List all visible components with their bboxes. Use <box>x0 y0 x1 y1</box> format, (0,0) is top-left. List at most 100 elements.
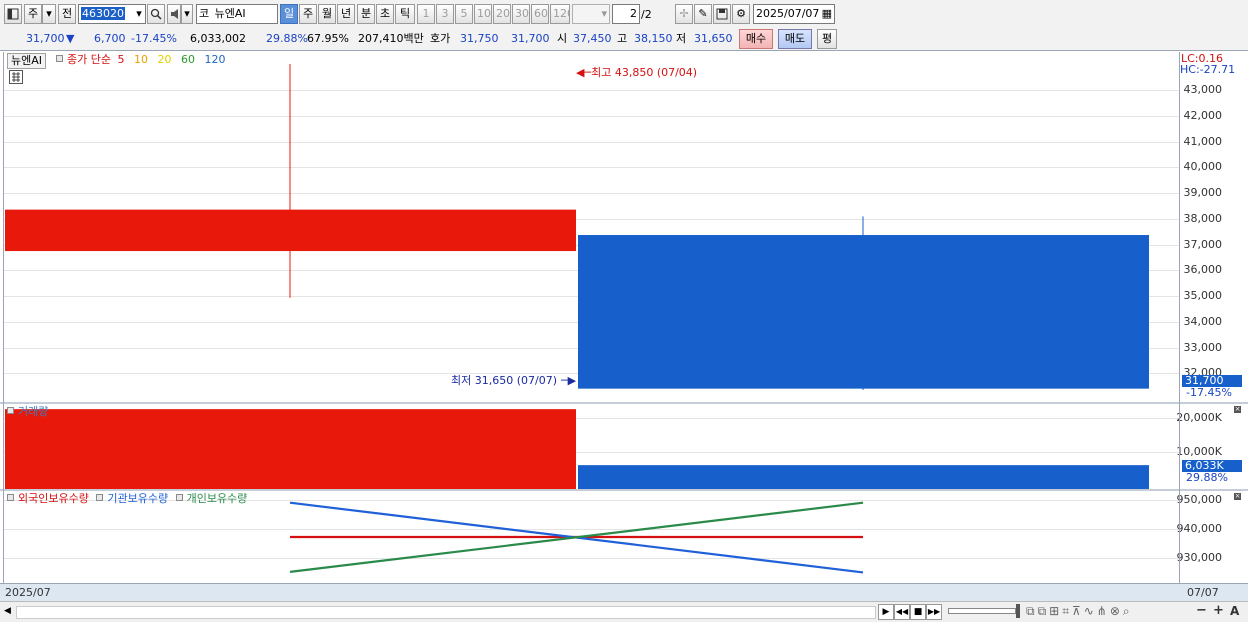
interval-30[interactable]: 30 <box>512 4 530 24</box>
play-icon[interactable]: ▶ <box>878 604 894 620</box>
high-label: 고 <box>617 32 628 45</box>
volume-legend: 거래량 <box>7 405 48 419</box>
legend-individual: 개인보유수량 <box>186 492 248 505</box>
stock-name-field[interactable]: 코 뉴엔AI <box>196 4 278 24</box>
page-current-input[interactable]: 2 <box>612 4 640 24</box>
horizontal-scrollbar[interactable] <box>16 606 876 619</box>
stock-code-value: 463020 <box>81 7 125 20</box>
eval-button[interactable]: 평 <box>817 29 837 49</box>
tab-week[interactable]: 주 <box>299 4 317 24</box>
date-axis-right: 07/07 <box>1187 586 1219 599</box>
interval-10[interactable]: 10 <box>474 4 492 24</box>
ma-label: 종가 단순 <box>67 53 111 66</box>
calendar-icon[interactable]: ▦ <box>822 5 832 23</box>
stock-name-tag[interactable]: 뉴엔AI <box>7 53 47 69</box>
change-percent: -17.45% <box>131 32 177 45</box>
font-size-icon[interactable]: A <box>1230 604 1239 618</box>
ask-price: 31,750 <box>460 32 499 45</box>
bid-price: 31,700 <box>511 32 550 45</box>
prev-button[interactable]: 전 <box>58 4 76 24</box>
volume-axis: × 20,000K 10,000K 6,033K 29.88% <box>1176 404 1244 489</box>
candle-body <box>578 235 1149 389</box>
period-dropdown-icon[interactable]: ▾ <box>42 4 56 24</box>
legend-marker <box>175 494 183 501</box>
speaker-icon[interactable] <box>167 4 181 24</box>
axis-border <box>1179 52 1180 583</box>
interval-60[interactable]: 60 <box>531 4 549 24</box>
min-price-annotation: 최저 31,650 (07/07) ─▶ <box>451 374 577 387</box>
custom-interval-dropdown-icon: ▾ <box>601 7 607 20</box>
interval-3[interactable]: 3 <box>436 4 454 24</box>
interval-1[interactable]: 1 <box>417 4 435 24</box>
window-menu-icon[interactable] <box>4 4 22 24</box>
candle-body <box>5 209 576 252</box>
last-change-pct: -17.45% <box>1186 386 1232 399</box>
y-tick: 38,000 <box>1183 212 1223 225</box>
period-button[interactable]: 주 <box>24 4 42 24</box>
tab-minute[interactable]: 분 <box>357 4 375 24</box>
y-tick: 43,000 <box>1183 83 1223 96</box>
zoom-out-icon[interactable]: − <box>1196 604 1207 618</box>
interval-120[interactable]: 120 <box>550 4 570 24</box>
ratio-percent: 67.95% <box>307 32 349 45</box>
legend-marker <box>96 494 104 501</box>
search-icon[interactable] <box>147 4 165 24</box>
stop-icon[interactable]: ■ <box>910 604 926 620</box>
date-value: 2025/07/07 <box>756 7 820 20</box>
close-panel-icon[interactable]: × <box>1234 493 1241 500</box>
date-input[interactable]: 2025/07/07 ▦ <box>753 4 835 24</box>
rewind-icon[interactable]: ◀◀ <box>894 604 910 620</box>
drawing-tools-icons[interactable]: ⧉⧉⊞⌗⊼∿⋔⊗⌕ <box>1026 604 1133 618</box>
buy-button[interactable]: 매수 <box>739 29 773 49</box>
tab-year[interactable]: 년 <box>337 4 355 24</box>
interval-5[interactable]: 5 <box>455 4 473 24</box>
legend-institution: 기관보유수량 <box>107 492 169 505</box>
price-panel[interactable]: 뉴엔AI 종가 단순 5 10 20 60 120 ◀─최고 43,850 (0… <box>4 52 1180 402</box>
y-tick: 42,000 <box>1183 109 1223 122</box>
draw-tool-icon[interactable]: ✎ <box>694 4 712 24</box>
trade-amount: 207,410백만 <box>358 32 424 45</box>
holding-panel[interactable]: 외국인보유수량 기관보유수량 개인보유수량 <box>4 491 1180 583</box>
save-icon[interactable] <box>713 4 731 24</box>
candlestick-chart[interactable] <box>4 52 1180 402</box>
tab-month[interactable]: 월 <box>318 4 336 24</box>
legend-marker <box>7 494 14 501</box>
scroll-left-icon[interactable]: ◀ <box>4 605 14 617</box>
low-label: 저 <box>676 32 687 45</box>
volume-chart[interactable] <box>4 404 1180 489</box>
y-tick: 36,000 <box>1183 263 1223 276</box>
compare-icon[interactable]: ✢ <box>675 4 693 24</box>
ma-period-5: 5 <box>117 53 125 66</box>
tab-tick[interactable]: 틱 <box>395 4 415 24</box>
holding-axis: × 950,000 940,000 930,000 <box>1176 491 1244 583</box>
fast-forward-icon[interactable]: ▶▶ <box>926 604 942 620</box>
close-panel-icon[interactable]: × <box>1234 406 1241 413</box>
gear-icon[interactable]: ⚙ <box>732 4 750 24</box>
tab-second[interactable]: 초 <box>376 4 394 24</box>
max-price-annotation: ◀─최고 43,850 (07/04) <box>576 66 698 79</box>
code-dropdown-icon[interactable]: ▾ <box>133 5 145 23</box>
zoom-slider[interactable] <box>948 608 1016 614</box>
custom-interval-select[interactable]: ▾ <box>572 4 610 24</box>
date-axis: 2025/07 07/07 <box>0 583 1248 602</box>
zoom-in-icon[interactable]: + <box>1213 604 1224 618</box>
quote-bar: 31,700 ▼ 6,700 -17.45% 6,033,002 29.88% … <box>0 28 1248 51</box>
open-price: 37,450 <box>573 32 612 45</box>
y-tick: 950,000 <box>1176 493 1223 506</box>
ma-legend: 종가 단순 5 10 20 60 120 <box>56 53 225 67</box>
table-icon[interactable] <box>9 70 23 84</box>
arrow-left-icon: ◀─ <box>576 66 592 79</box>
speaker-dropdown-icon[interactable]: ▾ <box>181 4 193 24</box>
zoom-slider-handle[interactable] <box>1016 604 1020 618</box>
holding-legend: 외국인보유수량 기관보유수량 개인보유수량 <box>7 492 247 506</box>
ma-legend-marker <box>56 55 63 62</box>
page-total: /2 <box>641 8 652 21</box>
stock-name: 뉴엔AI <box>214 7 246 20</box>
interval-20[interactable]: 20 <box>493 4 511 24</box>
volume-bar <box>578 465 1149 489</box>
tab-day[interactable]: 일 <box>280 4 298 24</box>
left-border <box>3 52 4 583</box>
sell-button[interactable]: 매도 <box>778 29 812 49</box>
volume-panel[interactable]: 거래량 <box>4 404 1180 489</box>
ma-period-10: 10 <box>133 53 148 66</box>
